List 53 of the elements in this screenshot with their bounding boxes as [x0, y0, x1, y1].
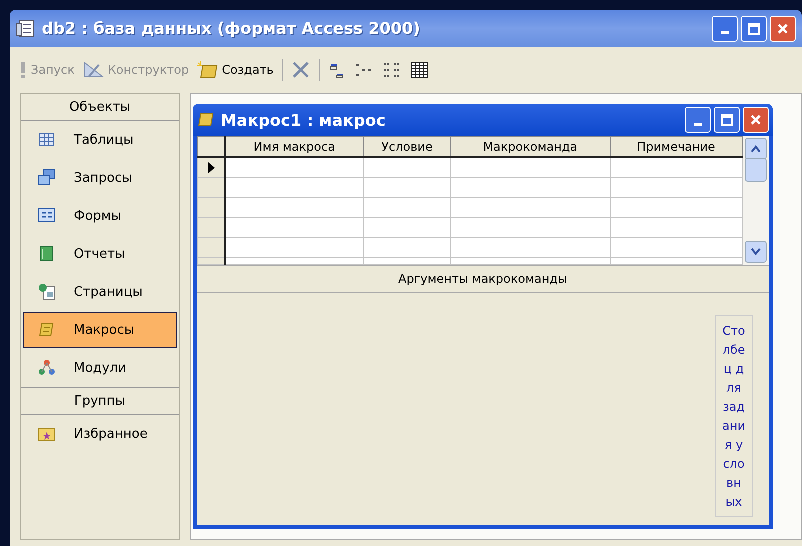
form-icon	[38, 208, 56, 222]
sidebar-item[interactable]: Избранное	[23, 416, 177, 452]
arguments-label: Аргументы макрокоманды	[197, 266, 769, 293]
column-header[interactable]: Условие	[364, 136, 451, 157]
list-view-icon[interactable]	[382, 61, 402, 79]
ruler-icon	[82, 61, 105, 79]
database-window-icon	[16, 18, 36, 38]
large-icons-view-icon[interactable]	[328, 61, 346, 79]
toolbar-button[interactable]: Создать	[197, 61, 274, 79]
column-header[interactable]: Макрокоманда	[450, 136, 610, 157]
window-title: Макрос1 : макрос	[221, 110, 387, 130]
minimize-button[interactable]	[712, 16, 738, 42]
sidebar-item[interactable]: Отчеты	[23, 236, 177, 272]
sidebar-item[interactable]: Макросы	[23, 312, 177, 348]
minimize-icon	[721, 31, 729, 34]
scrollbar-thumb[interactable]	[745, 158, 767, 182]
section-header[interactable]: Объекты	[21, 94, 179, 121]
table-icon	[40, 134, 54, 146]
details-view-icon[interactable]	[410, 61, 430, 79]
maximize-icon	[721, 114, 733, 126]
module-icon	[39, 360, 55, 375]
maximize-icon	[748, 22, 760, 34]
minimize-icon	[694, 122, 702, 126]
condition-note: Столбец для задания условных	[715, 315, 753, 517]
sidebar-item[interactable]: Модули	[23, 350, 177, 386]
minimize-button[interactable]	[685, 107, 711, 133]
new-scroll-icon	[197, 61, 220, 79]
close-icon	[777, 22, 789, 34]
column-header[interactable]: Примечание	[610, 136, 742, 157]
scroll-icon	[197, 111, 215, 129]
small-icons-view-icon[interactable]	[354, 61, 374, 79]
sidebar-item[interactable]: Запросы	[23, 160, 177, 196]
section-header[interactable]: Группы	[21, 387, 179, 415]
window-title: db2 : база данных (формат Access 2000)	[42, 19, 422, 38]
sidebar-item[interactable]: Таблицы	[23, 122, 177, 158]
exclamation-icon	[18, 61, 28, 79]
scroll-down-button[interactable]	[745, 241, 767, 263]
current-row-icon	[206, 160, 216, 174]
scroll-icon	[39, 324, 54, 336]
report-icon	[40, 246, 54, 262]
scroll-up-button[interactable]	[745, 138, 767, 160]
sidebar-item[interactable]: Страницы	[23, 274, 177, 310]
maximize-button[interactable]	[741, 16, 767, 42]
column-header[interactable]: Имя макроса	[225, 136, 364, 157]
delete-icon[interactable]	[290, 60, 311, 80]
close-button[interactable]	[770, 16, 796, 42]
windows-icon	[38, 170, 56, 186]
maximize-button[interactable]	[714, 107, 740, 133]
folder-icon	[38, 428, 56, 442]
page-icon	[39, 284, 56, 300]
sidebar-item[interactable]: Формы	[23, 198, 177, 234]
close-button[interactable]	[743, 107, 769, 133]
close-icon	[750, 114, 762, 126]
